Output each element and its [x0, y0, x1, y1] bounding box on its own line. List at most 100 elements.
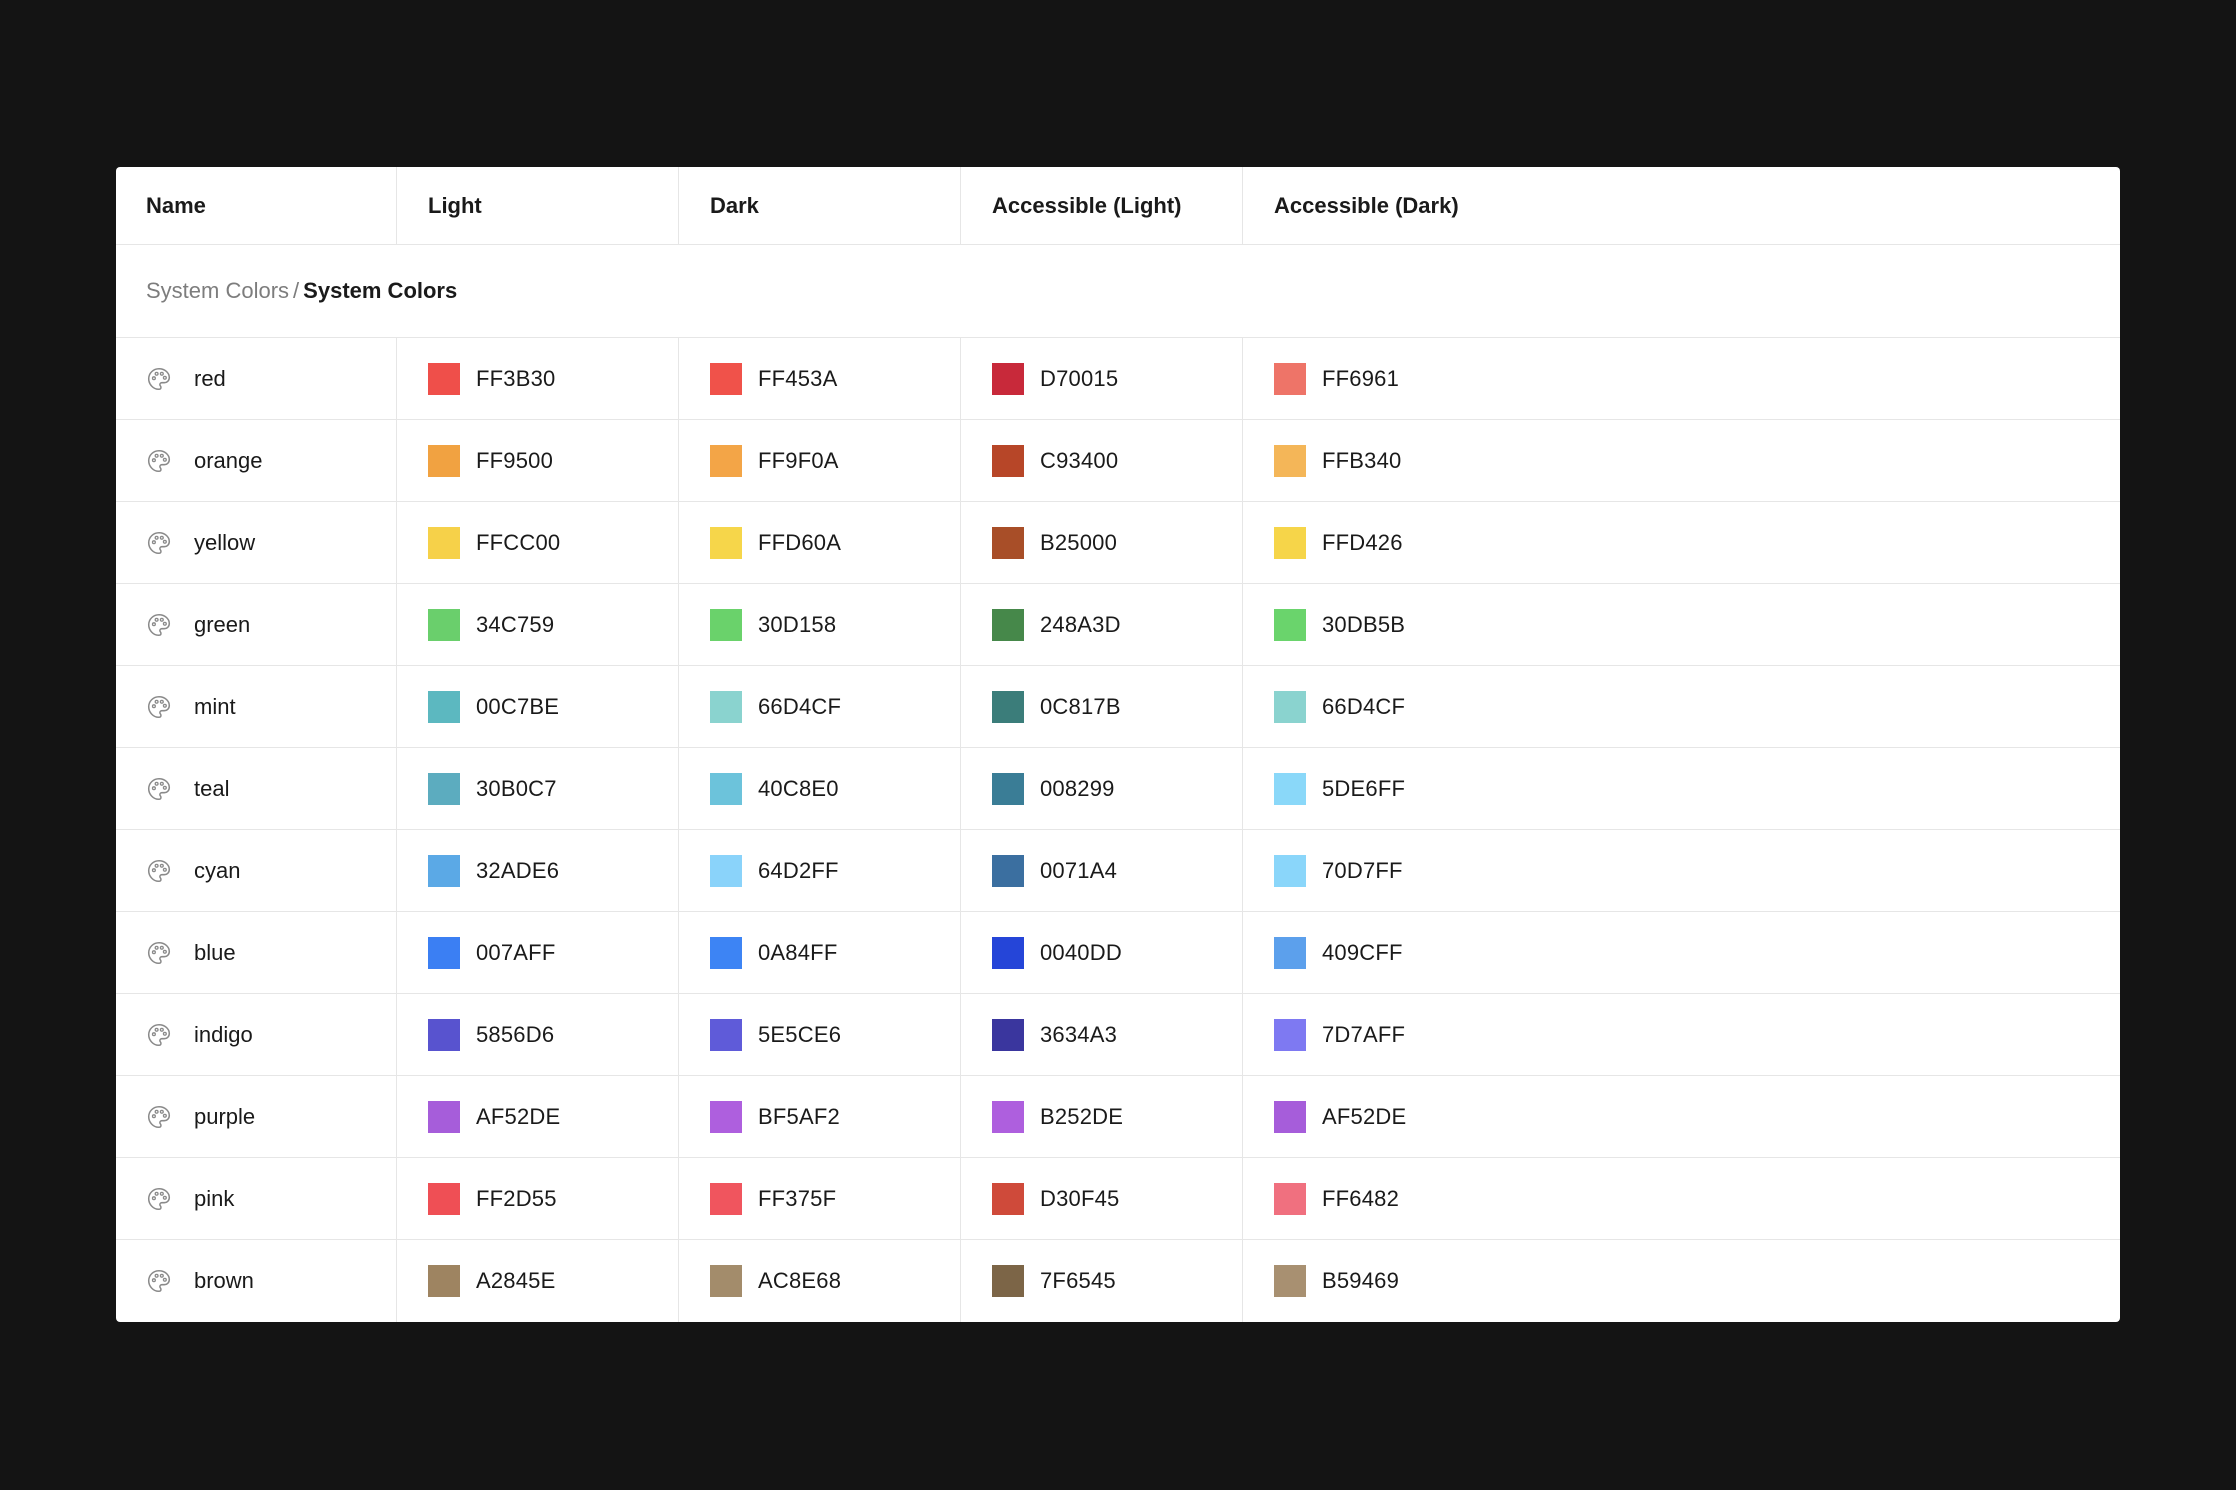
dark-cell[interactable]: 40C8E0: [680, 748, 961, 829]
light-cell[interactable]: FFCC00: [398, 502, 679, 583]
name-cell[interactable]: blue: [116, 912, 395, 993]
color-swatch: [428, 526, 460, 559]
table-row[interactable]: purple AF52DE BF5AF2 B252DE AF52DE: [116, 1076, 2120, 1158]
accessible-dark-cell[interactable]: 30DB5B: [1244, 584, 2120, 665]
light-cell[interactable]: 32ADE6: [398, 830, 679, 911]
accessible-dark-cell[interactable]: AF52DE: [1244, 1076, 2120, 1157]
accessible-dark-cell[interactable]: 70D7FF: [1244, 830, 2120, 911]
table-row[interactable]: yellow FFCC00 FFD60A B25000 FFD426: [116, 502, 2120, 584]
table-row[interactable]: mint 00C7BE 66D4CF 0C817B 66D4CF: [116, 666, 2120, 748]
light-cell[interactable]: FF9500: [398, 420, 679, 501]
table-row[interactable]: blue 007AFF 0A84FF 0040DD 409CFF: [116, 912, 2120, 994]
accessible-light-cell[interactable]: D70015: [962, 338, 1243, 419]
name-cell[interactable]: brown: [116, 1240, 395, 1321]
dark-cell[interactable]: FF453A: [680, 338, 961, 419]
accessible-dark-cell[interactable]: FF6482: [1244, 1158, 2120, 1239]
column-header-accessible-light[interactable]: Accessible (Light): [962, 167, 1243, 244]
table-row[interactable]: indigo 5856D6 5E5CE6 3634A3 7D7AFF: [116, 994, 2120, 1076]
accessible-light-cell[interactable]: 0071A4: [962, 830, 1243, 911]
light-cell[interactable]: FF2D55: [398, 1158, 679, 1239]
dark-cell[interactable]: 66D4CF: [680, 666, 961, 747]
accessible-dark-cell[interactable]: FF6961: [1244, 338, 2120, 419]
hex-value: A2845E: [476, 1267, 556, 1293]
name-cell[interactable]: mint: [116, 666, 395, 747]
dark-cell[interactable]: 64D2FF: [680, 830, 961, 911]
dark-cell[interactable]: 5E5CE6: [680, 994, 961, 1075]
hex-value: AC8E68: [758, 1267, 842, 1293]
light-cell[interactable]: 34C759: [398, 584, 679, 665]
accessible-dark-cell[interactable]: 5DE6FF: [1244, 748, 2120, 829]
palette-icon: [147, 695, 171, 718]
accessible-dark-cell[interactable]: 7D7AFF: [1244, 994, 2120, 1075]
color-swatch: [428, 936, 460, 969]
dark-cell[interactable]: FFD60A: [680, 502, 961, 583]
hex-value: 0040DD: [1040, 939, 1122, 965]
light-cell[interactable]: 5856D6: [398, 994, 679, 1075]
color-swatch: [710, 362, 742, 395]
table-row[interactable]: red FF3B30 FF453A D70015 FF6961: [116, 338, 2120, 420]
hex-value: FFD60A: [758, 529, 842, 555]
column-header-dark[interactable]: Dark: [680, 167, 961, 244]
column-header-name[interactable]: Name: [116, 167, 395, 244]
table-row[interactable]: pink FF2D55 FF375F D30F45 FF6482: [116, 1158, 2120, 1240]
color-name: pink: [194, 1185, 235, 1211]
accessible-light-cell[interactable]: 7F6545: [962, 1240, 1243, 1321]
color-name: purple: [194, 1103, 256, 1129]
accessible-light-cell[interactable]: B25000: [962, 502, 1243, 583]
dark-cell[interactable]: FF9F0A: [680, 420, 961, 501]
accessible-light-cell[interactable]: 008299: [962, 748, 1243, 829]
light-cell[interactable]: 00C7BE: [398, 666, 679, 747]
name-cell[interactable]: pink: [116, 1158, 395, 1239]
color-swatch: [710, 1182, 742, 1215]
hex-value: 008299: [1040, 775, 1115, 801]
hex-value: 32ADE6: [476, 857, 560, 883]
table-row[interactable]: cyan 32ADE6 64D2FF 0071A4 70D7FF: [116, 830, 2120, 912]
column-header-light[interactable]: Light: [398, 167, 679, 244]
color-swatch: [1274, 690, 1306, 723]
accessible-light-cell[interactable]: 3634A3: [962, 994, 1243, 1075]
dark-cell[interactable]: FF375F: [680, 1158, 961, 1239]
name-cell[interactable]: green: [116, 584, 395, 665]
column-divider: [960, 167, 961, 245]
accessible-light-cell[interactable]: D30F45: [962, 1158, 1243, 1239]
accessible-dark-cell[interactable]: B59469: [1244, 1240, 2120, 1321]
palette-icon: [147, 449, 171, 472]
light-cell[interactable]: 30B0C7: [398, 748, 679, 829]
dark-cell[interactable]: 0A84FF: [680, 912, 961, 993]
name-cell[interactable]: orange: [116, 420, 395, 501]
table-row[interactable]: brown A2845E AC8E68 7F6545 B59469: [116, 1240, 2120, 1322]
dark-cell[interactable]: AC8E68: [680, 1240, 961, 1321]
light-cell[interactable]: FF3B30: [398, 338, 679, 419]
table-row[interactable]: orange FF9500 FF9F0A C93400 FFB340: [116, 420, 2120, 502]
name-cell[interactable]: indigo: [116, 994, 395, 1075]
dark-cell[interactable]: BF5AF2: [680, 1076, 961, 1157]
table-row[interactable]: teal 30B0C7 40C8E0 008299 5DE6FF: [116, 748, 2120, 830]
accessible-dark-cell[interactable]: 66D4CF: [1244, 666, 2120, 747]
dark-cell[interactable]: 30D158: [680, 584, 961, 665]
table-row[interactable]: green 34C759 30D158 248A3D 30DB5B: [116, 584, 2120, 666]
name-cell[interactable]: purple: [116, 1076, 395, 1157]
accessible-dark-cell[interactable]: FFB340: [1244, 420, 2120, 501]
accessible-light-cell[interactable]: 248A3D: [962, 584, 1243, 665]
hex-value: BF5AF2: [758, 1103, 840, 1129]
light-cell[interactable]: A2845E: [398, 1240, 679, 1321]
column-header-accessible-dark[interactable]: Accessible (Dark): [1244, 167, 1525, 244]
hex-value: FFB340: [1322, 447, 1402, 473]
name-cell[interactable]: red: [116, 338, 395, 419]
light-cell[interactable]: 007AFF: [398, 912, 679, 993]
color-swatch: [992, 362, 1024, 395]
name-cell[interactable]: teal: [116, 748, 395, 829]
palette-icon: [147, 1023, 171, 1046]
color-swatch: [1274, 1100, 1306, 1133]
name-cell[interactable]: cyan: [116, 830, 395, 911]
light-cell[interactable]: AF52DE: [398, 1076, 679, 1157]
accessible-light-cell[interactable]: 0C817B: [962, 666, 1243, 747]
accessible-light-cell[interactable]: B252DE: [962, 1076, 1243, 1157]
breadcrumb-parent[interactable]: System Colors: [146, 278, 289, 303]
accessible-light-cell[interactable]: C93400: [962, 420, 1243, 501]
color-swatch: [992, 772, 1024, 805]
accessible-dark-cell[interactable]: 409CFF: [1244, 912, 2120, 993]
accessible-light-cell[interactable]: 0040DD: [962, 912, 1243, 993]
name-cell[interactable]: yellow: [116, 502, 395, 583]
accessible-dark-cell[interactable]: FFD426: [1244, 502, 2120, 583]
